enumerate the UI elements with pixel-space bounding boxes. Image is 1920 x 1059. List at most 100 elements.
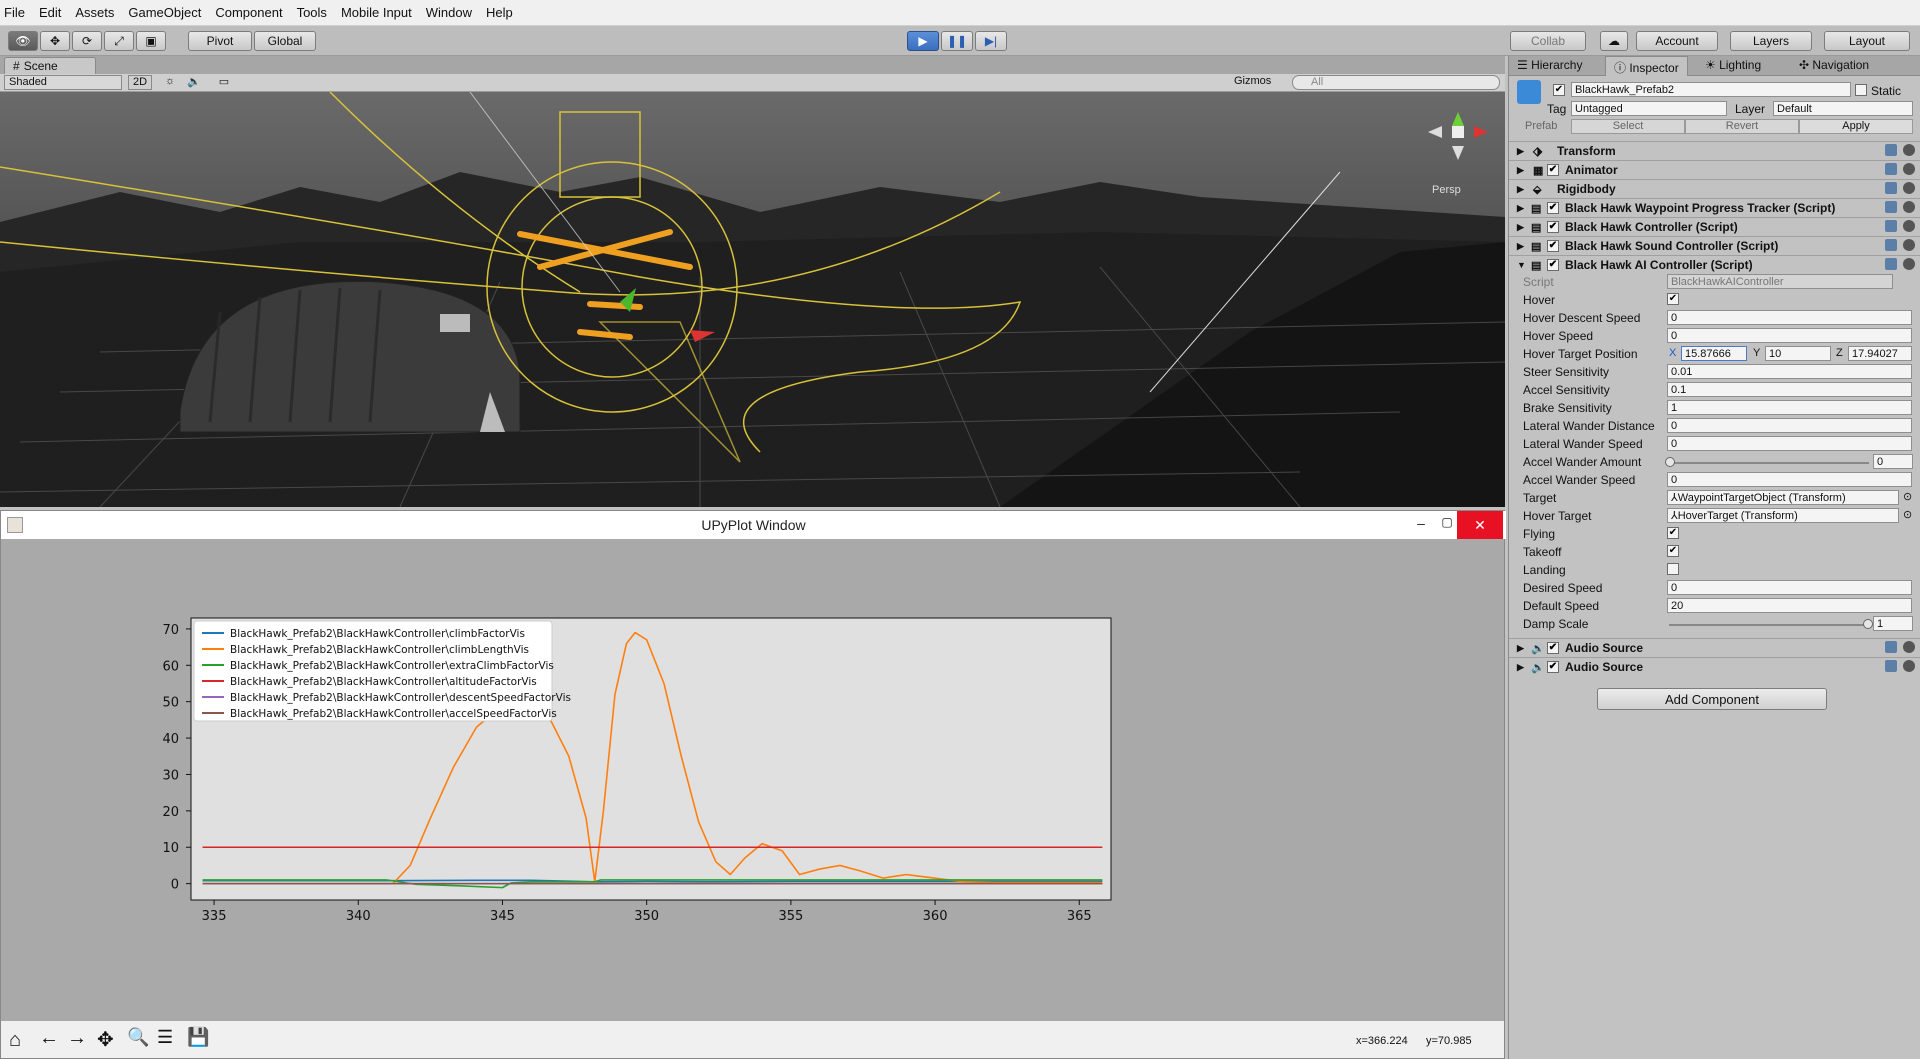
component-settings-icon[interactable]	[1885, 182, 1915, 196]
component-audio-source-1[interactable]: ▶ 🔊 ✔ Audio Source	[1509, 638, 1920, 657]
accel-wander-amount-field[interactable]: 0	[1873, 454, 1913, 469]
rect-tool-button[interactable]: ▣	[136, 31, 166, 51]
effects-dropdown[interactable]: ▭	[210, 75, 238, 90]
scale-tool-button[interactable]: ⤢	[104, 31, 134, 51]
component-settings-icon[interactable]	[1885, 239, 1915, 253]
hover-target-z-field[interactable]: 17.94027	[1848, 346, 1912, 361]
accel-wander-speed-field[interactable]: 0	[1667, 472, 1912, 487]
pause-button[interactable]: ❚❚	[941, 31, 973, 51]
menu-gameobject[interactable]: GameObject	[128, 5, 201, 20]
object-name-field[interactable]: BlackHawk_Prefab2	[1571, 82, 1851, 97]
hover-checkbox[interactable]: ✔	[1667, 293, 1679, 305]
component-settings-icon[interactable]	[1885, 258, 1915, 272]
maximize-icon[interactable]: ▢	[1437, 515, 1457, 529]
audio-toggle[interactable]: 🔈	[184, 75, 204, 90]
hover-descent-speed-field[interactable]: 0	[1667, 310, 1912, 325]
static-checkbox[interactable]	[1855, 84, 1867, 96]
plot-canvas[interactable]: 335 340 345 350 355 360 365 0 10 20 30 40 50 60 70 Blac…	[1, 539, 1504, 1027]
cloud-button[interactable]: ☁	[1600, 31, 1628, 51]
rotate-tool-button[interactable]: ⟳	[72, 31, 102, 51]
menu-edit[interactable]: Edit	[39, 5, 61, 20]
configure-subplots-icon[interactable]: ☰	[157, 1027, 173, 1048]
hover-speed-field[interactable]: 0	[1667, 328, 1912, 343]
accel-sensitivity-field[interactable]: 0.1	[1667, 382, 1912, 397]
tab-lighting[interactable]: ☀ Lighting	[1705, 58, 1761, 72]
persp-label[interactable]: Persp	[1432, 184, 1461, 196]
waypoint-tracker-enabled-checkbox[interactable]: ✔	[1547, 202, 1559, 214]
step-button[interactable]: ▶|	[975, 31, 1007, 51]
collab-dropdown[interactable]: Collab	[1510, 31, 1586, 51]
mode-2d-toggle[interactable]: 2D	[128, 75, 152, 90]
shading-dropdown[interactable]: Shaded	[4, 75, 122, 90]
hover-target-x-field[interactable]: 15.87666	[1681, 346, 1747, 361]
damp-scale-field[interactable]: 1	[1873, 616, 1913, 631]
sound-controller-enabled-checkbox[interactable]: ✔	[1547, 240, 1559, 252]
prefab-select-button[interactable]: Select	[1571, 119, 1685, 134]
default-speed-field[interactable]: 20	[1667, 598, 1912, 613]
back-icon[interactable]: ←	[39, 1027, 59, 1050]
view-tool-button[interactable]: 👁	[8, 31, 38, 51]
home-icon[interactable]: ⌂	[9, 1029, 21, 1052]
scene-viewport[interactable]: Persp	[0, 92, 1505, 507]
takeoff-checkbox[interactable]: ✔	[1667, 545, 1679, 557]
damp-scale-slider[interactable]	[1669, 624, 1869, 626]
menu-window[interactable]: Window	[426, 5, 472, 20]
audio-source-1-enabled-checkbox[interactable]: ✔	[1547, 642, 1559, 654]
pan-icon[interactable]: ✥	[97, 1027, 114, 1052]
scene-search-input[interactable]: All	[1292, 75, 1500, 90]
component-ai-controller[interactable]: ▼ ▤ ✔ Black Hawk AI Controller (Script)	[1509, 255, 1920, 274]
desired-speed-field[interactable]: 0	[1667, 580, 1912, 595]
target-field[interactable]: ⅄ WaypointTargetObject (Transform)	[1667, 490, 1899, 505]
add-component-button[interactable]: Add Component	[1597, 688, 1827, 710]
account-dropdown[interactable]: Account	[1636, 31, 1718, 51]
object-picker-icon[interactable]: ⊙	[1903, 508, 1912, 521]
component-waypoint-tracker[interactable]: ▶ ▤ ✔ Black Hawk Waypoint Progress Track…	[1509, 198, 1920, 217]
hover-target-field[interactable]: ⅄ HoverTarget (Transform)	[1667, 508, 1899, 523]
minimize-icon[interactable]: –	[1411, 515, 1431, 531]
damp-scale-slider-thumb[interactable]	[1863, 619, 1873, 629]
pivot-toggle[interactable]: Pivot	[188, 31, 252, 51]
component-settings-icon[interactable]	[1885, 201, 1915, 215]
tab-hierarchy[interactable]: ☰ Hierarchy	[1517, 58, 1582, 72]
save-icon[interactable]: 💾	[187, 1027, 209, 1048]
hover-target-y-field[interactable]: 10	[1765, 346, 1831, 361]
component-audio-source-2[interactable]: ▶ 🔊 ✔ Audio Source	[1509, 657, 1920, 676]
move-tool-button[interactable]: ✥	[40, 31, 70, 51]
component-blackhawk-controller[interactable]: ▶ ▤ ✔ Black Hawk Controller (Script)	[1509, 217, 1920, 236]
layer-dropdown[interactable]: Default	[1773, 101, 1913, 116]
layout-dropdown[interactable]: Layout	[1824, 31, 1910, 51]
prefab-revert-button[interactable]: Revert	[1685, 119, 1799, 134]
component-settings-icon[interactable]	[1885, 163, 1915, 177]
lateral-wander-distance-field[interactable]: 0	[1667, 418, 1912, 433]
object-picker-icon[interactable]: ⊙	[1903, 490, 1912, 503]
close-icon[interactable]: ✕	[1457, 511, 1503, 539]
forward-icon[interactable]: →	[67, 1027, 87, 1050]
menu-file[interactable]: File	[4, 5, 25, 20]
menu-help[interactable]: Help	[486, 5, 513, 20]
component-settings-icon[interactable]	[1885, 660, 1915, 674]
view-gizmo[interactable]	[1418, 102, 1498, 172]
component-settings-icon[interactable]	[1885, 641, 1915, 655]
tab-navigation[interactable]: ✣ Navigation	[1799, 58, 1869, 72]
tag-dropdown[interactable]: Untagged	[1571, 101, 1727, 116]
lateral-wander-speed-field[interactable]: 0	[1667, 436, 1912, 451]
component-settings-icon[interactable]	[1885, 144, 1915, 158]
landing-checkbox[interactable]	[1667, 563, 1679, 575]
tab-scene[interactable]: # Scene	[4, 57, 96, 74]
layers-dropdown[interactable]: Layers	[1730, 31, 1812, 51]
prefab-apply-button[interactable]: Apply	[1799, 119, 1913, 134]
gizmos-dropdown[interactable]: Gizmos	[1234, 75, 1286, 90]
audio-source-2-enabled-checkbox[interactable]: ✔	[1547, 661, 1559, 673]
component-transform[interactable]: ▶ ⬗ Transform	[1509, 141, 1920, 160]
tab-inspector[interactable]: ⓘ Inspector	[1605, 56, 1688, 76]
flying-checkbox[interactable]: ✔	[1667, 527, 1679, 539]
active-checkbox[interactable]: ✔	[1553, 84, 1565, 96]
component-rigidbody[interactable]: ▶ ⬙ Rigidbody	[1509, 179, 1920, 198]
menu-assets[interactable]: Assets	[75, 5, 114, 20]
component-sound-controller[interactable]: ▶ ▤ ✔ Black Hawk Sound Controller (Scrip…	[1509, 236, 1920, 255]
component-settings-icon[interactable]	[1885, 220, 1915, 234]
play-button[interactable]: ▶	[907, 31, 939, 51]
menu-mobile-input[interactable]: Mobile Input	[341, 5, 412, 20]
component-animator[interactable]: ▶ ▦ ✔ Animator	[1509, 160, 1920, 179]
animator-enabled-checkbox[interactable]: ✔	[1547, 164, 1559, 176]
